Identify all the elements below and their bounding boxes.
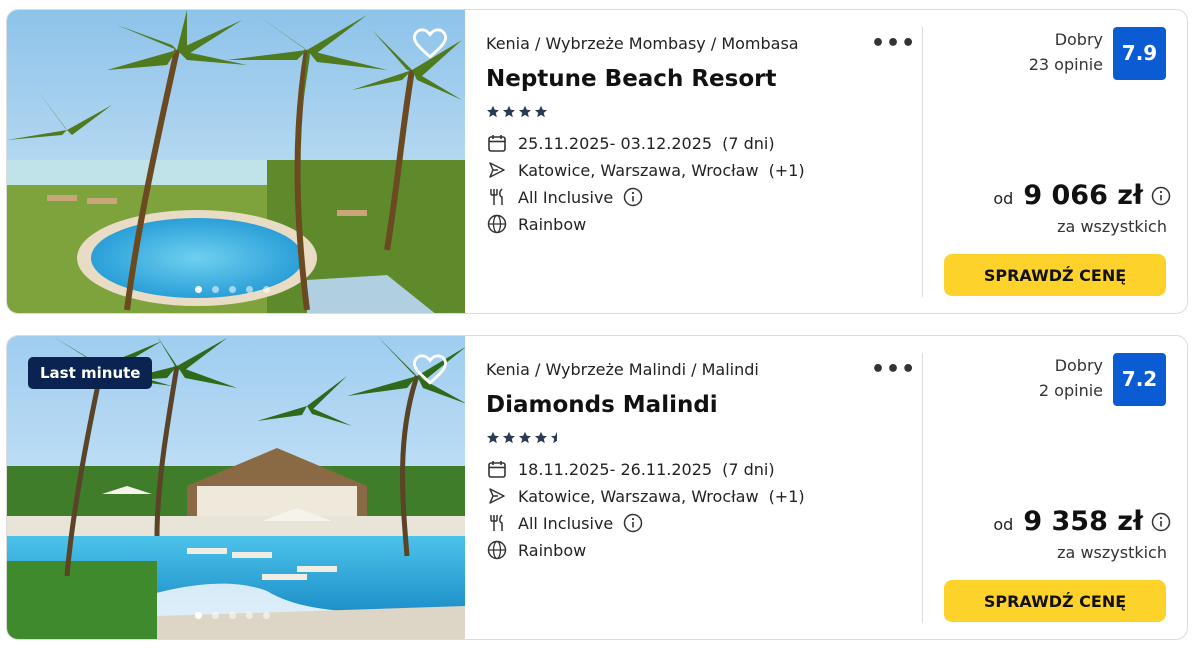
carousel-dot[interactable] bbox=[263, 286, 270, 293]
fork-knife-icon bbox=[486, 512, 508, 534]
dates-text: 18.11.2025- 26.11.2025 bbox=[518, 459, 713, 479]
rating-score: 7.2 bbox=[1113, 353, 1166, 406]
check-price-button[interactable]: SPRAWDŹ CENĘ bbox=[944, 254, 1166, 296]
hotel-photo[interactable]: Last minute bbox=[7, 336, 465, 639]
location-breadcrumb[interactable]: Kenia / Wybrzeże Malindi / Malindi bbox=[486, 360, 759, 379]
offer-card[interactable]: Kenia / Wybrzeże Mombasy / Mombasa ••• N… bbox=[6, 9, 1188, 314]
star-icon bbox=[519, 105, 531, 118]
carousel-dot[interactable] bbox=[229, 286, 236, 293]
offer-list: Kenia / Wybrzeże Mombasy / Mombasa ••• N… bbox=[0, 0, 1194, 650]
more-icon[interactable]: ••• bbox=[871, 357, 916, 382]
operator-row: Rainbow bbox=[486, 539, 586, 561]
heart-icon[interactable] bbox=[413, 28, 447, 60]
dates-row: 18.11.2025- 26.11.2025 (7 dni) bbox=[486, 458, 775, 480]
price-prefix: od bbox=[993, 189, 1014, 208]
half-star-icon bbox=[551, 431, 557, 444]
departures-row: Katowice, Warszawa, Wrocław (+1) bbox=[486, 159, 805, 181]
price-row: od 9 066 zł bbox=[993, 180, 1171, 211]
board-row: All Inclusive bbox=[486, 186, 643, 208]
info-icon[interactable] bbox=[623, 513, 643, 533]
departures-text: Katowice, Warszawa, Wrocław bbox=[518, 160, 759, 180]
price-value: 9 066 zł bbox=[1023, 180, 1143, 211]
dates-row: 25.11.2025- 03.12.2025 (7 dni) bbox=[486, 132, 775, 154]
carousel-dot[interactable] bbox=[212, 612, 219, 619]
operator-row: Rainbow bbox=[486, 213, 586, 235]
hotel-title[interactable]: Neptune Beach Resort bbox=[486, 66, 776, 92]
rating-score: 7.9 bbox=[1113, 27, 1166, 80]
price-note: za wszystkich bbox=[1057, 217, 1167, 236]
carousel-dot[interactable] bbox=[212, 286, 219, 293]
info-icon[interactable] bbox=[623, 187, 643, 207]
rating-label: Dobry bbox=[1054, 356, 1103, 375]
price-note: za wszystkich bbox=[1057, 543, 1167, 562]
star-icon bbox=[503, 431, 515, 444]
carousel-dot[interactable] bbox=[229, 612, 236, 619]
star-icon bbox=[487, 431, 499, 444]
star-icon bbox=[487, 105, 499, 118]
carousel-dot[interactable] bbox=[195, 286, 202, 293]
calendar-icon bbox=[486, 458, 508, 480]
price-panel: Dobry 23 opinie 7.9 od 9 066 zł za wszys… bbox=[923, 10, 1187, 313]
board-text: All Inclusive bbox=[518, 187, 614, 207]
info-icon[interactable] bbox=[1151, 512, 1171, 532]
carousel-dot[interactable] bbox=[263, 612, 270, 619]
carousel-dot[interactable] bbox=[246, 286, 253, 293]
heart-icon[interactable] bbox=[413, 354, 447, 386]
check-price-button[interactable]: SPRAWDŹ CENĘ bbox=[944, 580, 1166, 622]
carousel-dot[interactable] bbox=[195, 612, 202, 619]
departures-more[interactable]: (+1) bbox=[769, 487, 805, 506]
star-icon bbox=[503, 105, 515, 118]
more-icon[interactable]: ••• bbox=[871, 31, 916, 56]
hotel-title[interactable]: Diamonds Malindi bbox=[486, 392, 718, 418]
offer-info: Kenia / Wybrzeże Malindi / Malindi ••• D… bbox=[465, 336, 923, 639]
hotel-stars bbox=[486, 105, 548, 119]
info-icon[interactable] bbox=[1151, 186, 1171, 206]
duration-text: (7 dni) bbox=[722, 133, 775, 153]
offer-card[interactable]: Last minute Kenia / Wybrzeże Malindi / M… bbox=[6, 335, 1188, 640]
departures-row: Katowice, Warszawa, Wrocław (+1) bbox=[486, 485, 805, 507]
price-prefix: od bbox=[993, 515, 1014, 534]
plane-icon bbox=[486, 485, 508, 507]
dates-text: 25.11.2025- 03.12.2025 bbox=[518, 133, 713, 153]
star-icon bbox=[535, 105, 547, 118]
star-icon bbox=[535, 431, 547, 444]
rating-label: Dobry bbox=[1054, 30, 1103, 49]
operator-text: Rainbow bbox=[518, 540, 587, 560]
plane-icon bbox=[486, 159, 508, 181]
carousel-dots[interactable] bbox=[195, 286, 270, 293]
globe-icon bbox=[486, 213, 508, 235]
board-row: All Inclusive bbox=[486, 512, 643, 534]
hotel-photo[interactable] bbox=[7, 10, 465, 313]
offer-info: Kenia / Wybrzeże Mombasy / Mombasa ••• N… bbox=[465, 10, 923, 313]
fork-knife-icon bbox=[486, 186, 508, 208]
price-value: 9 358 zł bbox=[1023, 506, 1143, 537]
calendar-icon bbox=[486, 132, 508, 154]
review-count[interactable]: 23 opinie bbox=[1029, 55, 1103, 74]
operator-text: Rainbow bbox=[518, 214, 587, 234]
duration-text: (7 dni) bbox=[722, 459, 775, 479]
carousel-dot[interactable] bbox=[246, 612, 253, 619]
board-text: All Inclusive bbox=[518, 513, 614, 533]
departures-text: Katowice, Warszawa, Wrocław bbox=[518, 486, 759, 506]
star-icon bbox=[519, 431, 531, 444]
price-panel: Dobry 2 opinie 7.2 od 9 358 zł za wszyst… bbox=[923, 336, 1187, 639]
carousel-dots[interactable] bbox=[195, 612, 270, 619]
last-minute-badge: Last minute bbox=[28, 357, 153, 389]
hotel-stars bbox=[486, 431, 564, 445]
departures-more[interactable]: (+1) bbox=[769, 161, 805, 180]
globe-icon bbox=[486, 539, 508, 561]
location-breadcrumb[interactable]: Kenia / Wybrzeże Mombasy / Mombasa bbox=[486, 34, 799, 53]
price-row: od 9 358 zł bbox=[993, 506, 1171, 537]
review-count[interactable]: 2 opinie bbox=[1039, 381, 1103, 400]
